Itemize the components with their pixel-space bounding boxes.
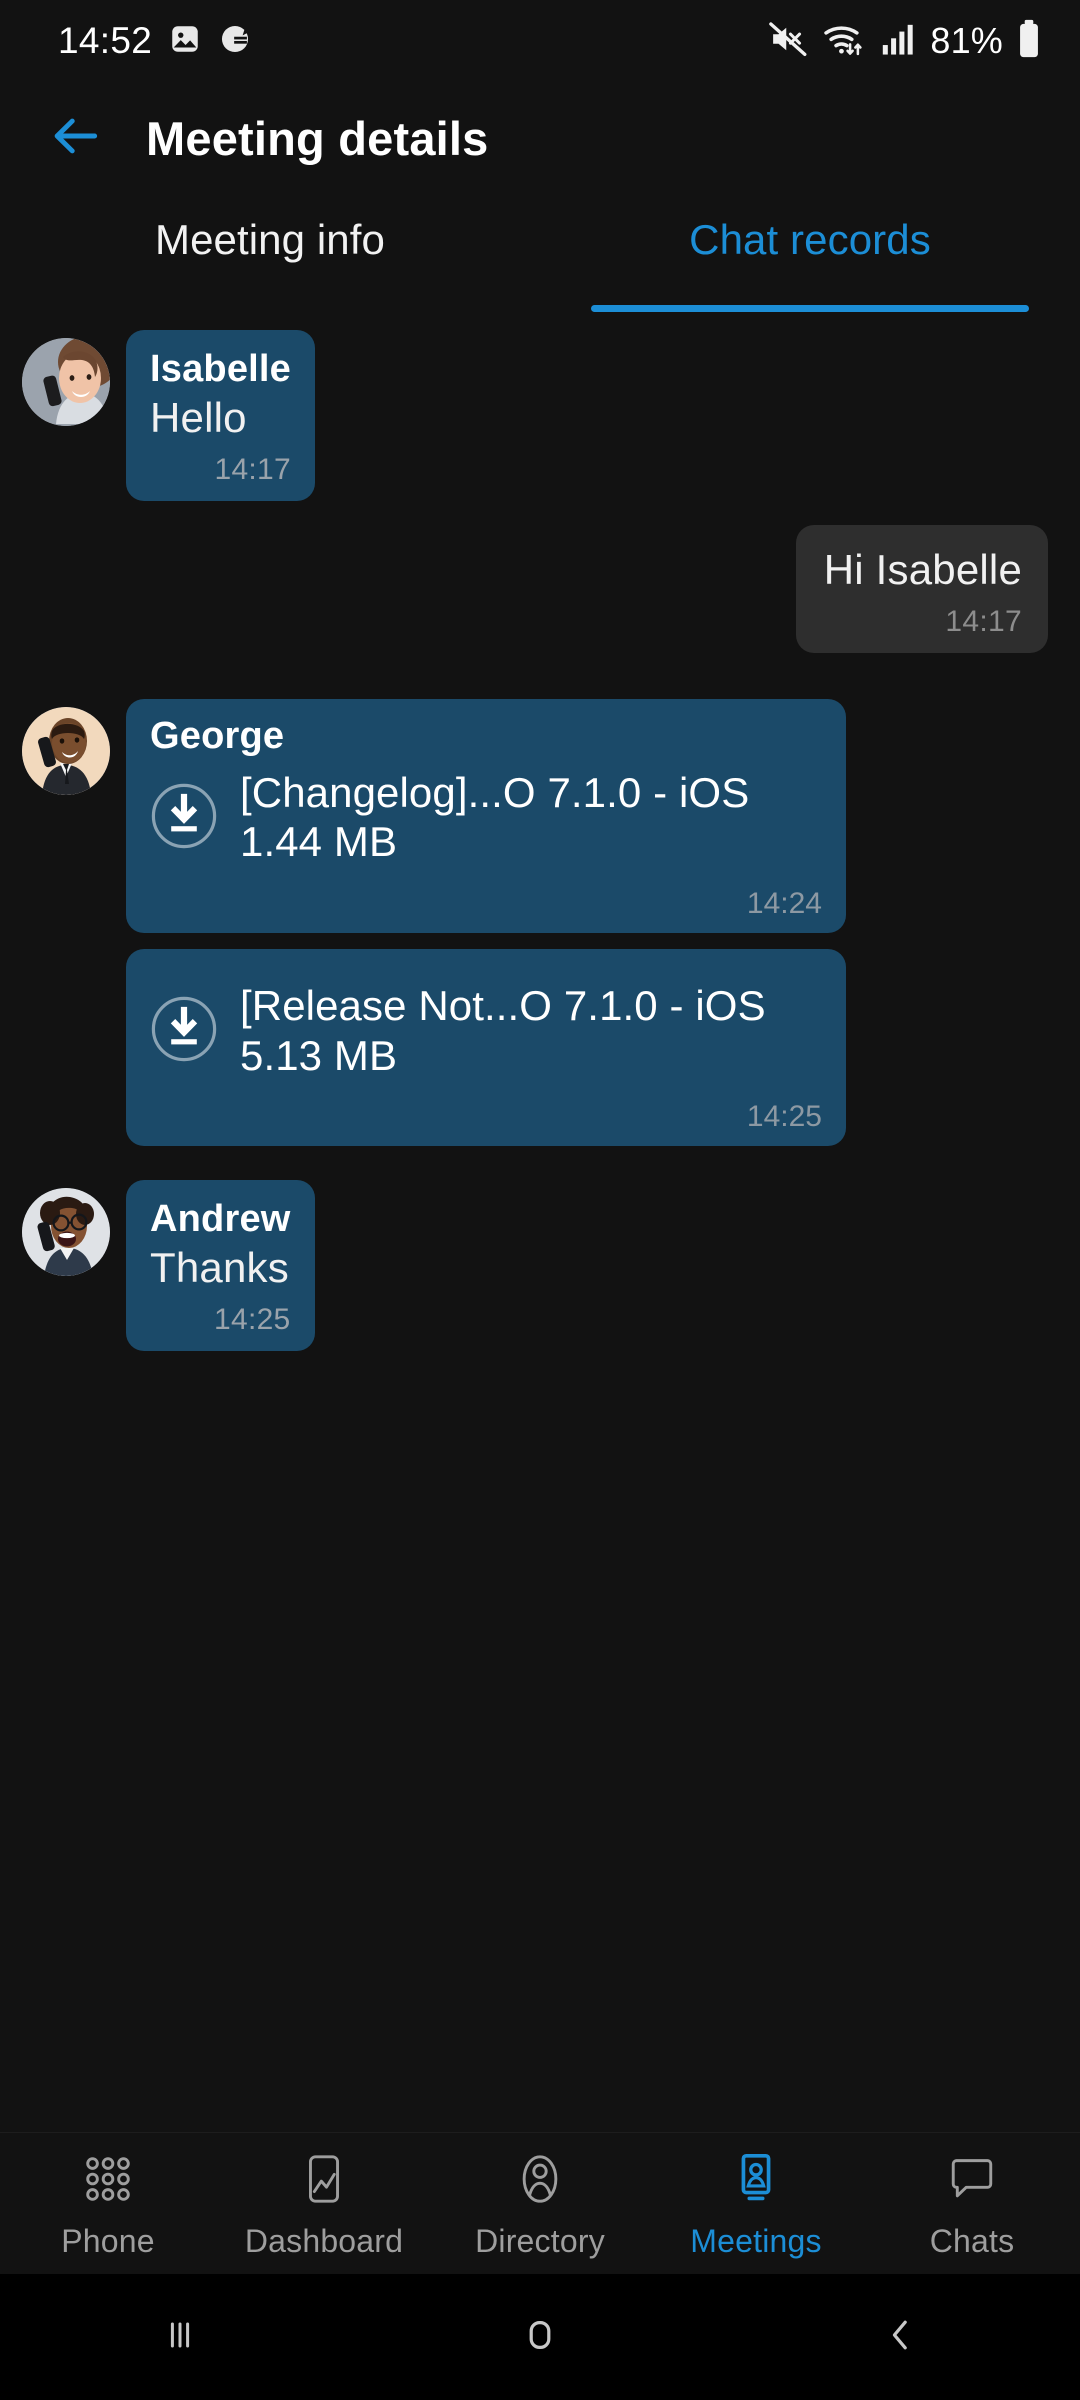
file-details: [Release Not...O 7.1.0 - iOS 5.13 MB — [240, 981, 766, 1080]
file-details: [Changelog]...O 7.1.0 - iOS 1.44 MB — [240, 768, 749, 867]
recents-button[interactable] — [0, 2311, 360, 2364]
tab-chat-records-label: Chat records — [689, 216, 931, 263]
message-timestamp: 14:25 — [746, 1100, 822, 1134]
download-icon[interactable] — [150, 995, 218, 1063]
tab-meeting-info-label: Meeting info — [154, 216, 385, 263]
avatar[interactable] — [22, 707, 110, 796]
message-sender: George — [150, 715, 285, 758]
nav-item-phone[interactable]: Phone — [0, 2148, 216, 2260]
message-row: George [Changelog]...O 7.1.0 - iOS 1.44 … — [0, 699, 1080, 933]
message-row: Hi Isabelle 14:17 — [0, 524, 1080, 654]
back-button[interactable] — [48, 110, 104, 166]
file-size: 1.44 MB — [240, 818, 398, 866]
file-attachment[interactable]: [Release Not...O 7.1.0 - iOS 5.13 MB — [150, 981, 822, 1080]
dashboard-icon — [295, 2148, 353, 2210]
message-timestamp: 14:17 — [214, 452, 292, 486]
message-sender: Isabelle — [150, 348, 292, 390]
file-size: 5.13 MB — [240, 1031, 398, 1079]
recents-icon — [156, 2311, 204, 2364]
nav-item-directory-label: Directory — [475, 2222, 605, 2259]
avatar[interactable] — [22, 338, 110, 426]
message-timestamp: 14:17 — [945, 605, 1022, 639]
chat-bubble-icon — [943, 2148, 1001, 2210]
nav-item-directory[interactable]: Directory — [432, 2148, 648, 2260]
tab-chat-records[interactable]: Chat records — [540, 194, 1080, 312]
status-bar-clock: 14:52 — [58, 20, 153, 61]
nav-item-meetings-label: Meetings — [690, 2222, 822, 2259]
page-title: Meeting details — [146, 111, 489, 165]
tab-meeting-info[interactable]: Meeting info — [0, 194, 540, 312]
mute-icon — [767, 18, 809, 65]
message-bubble-file[interactable]: George [Changelog]...O 7.1.0 - iOS 1.44 … — [126, 699, 846, 933]
file-name: [Release Not...O 7.1.0 - iOS — [240, 981, 766, 1029]
message-sender: Andrew — [150, 1198, 291, 1241]
bottom-navigation: Phone Dashboard Directory Meetings Chats — [0, 2132, 1080, 2274]
arrow-left-icon — [48, 108, 104, 169]
message-bubble[interactable]: Andrew Thanks 14:25 — [126, 1180, 315, 1351]
man-on-phone-avatar — [22, 707, 110, 796]
message-row: [Release Not...O 7.1.0 - iOS 5.13 MB 14:… — [0, 948, 1080, 1147]
man-glasses-on-phone-avatar — [22, 1188, 110, 1277]
message-bubble[interactable]: Hi Isabelle 14:17 — [795, 524, 1048, 654]
nav-item-dashboard-label: Dashboard — [244, 2222, 404, 2259]
message-text: Hi Isabelle — [823, 545, 1022, 593]
status-bar-right: 81% — [767, 18, 1042, 65]
message-timestamp: 14:25 — [213, 1303, 291, 1336]
message-row: Isabelle Hello 14:17 — [0, 330, 1080, 501]
app-header: Meeting details — [0, 82, 1080, 194]
nav-item-meetings[interactable]: Meetings — [648, 2148, 864, 2260]
message-row: Andrew Thanks 14:25 — [0, 1180, 1080, 1351]
message-text: Thanks — [150, 1243, 289, 1291]
contact-icon — [511, 2148, 569, 2210]
message-bubble-file[interactable]: [Release Not...O 7.1.0 - iOS 5.13 MB 14:… — [126, 948, 846, 1147]
nav-item-dashboard[interactable]: Dashboard — [216, 2148, 432, 2260]
image-icon — [168, 22, 202, 61]
file-name: [Changelog]...O 7.1.0 - iOS — [240, 768, 750, 816]
dialpad-icon — [79, 2148, 137, 2210]
wifi-icon — [822, 18, 866, 65]
status-bar: 14:52 81% — [0, 0, 1080, 82]
nav-item-chats-label: Chats — [929, 2222, 1015, 2259]
battery-icon — [1016, 19, 1042, 64]
avatar-spacer — [22, 957, 110, 1045]
battery-percentage: 81% — [930, 20, 1003, 61]
home-button[interactable] — [360, 2311, 720, 2364]
back-button-system[interactable] — [720, 2311, 1080, 2364]
active-tab-indicator — [591, 305, 1029, 312]
back-icon — [876, 2311, 924, 2364]
download-icon[interactable] — [150, 782, 218, 850]
avatar[interactable] — [22, 1188, 110, 1277]
message-text: Hello — [150, 393, 247, 441]
message-bubble[interactable]: Isabelle Hello 14:17 — [126, 330, 316, 501]
tab-bar: Meeting info Chat records — [0, 194, 1080, 312]
message-timestamp: 14:24 — [746, 886, 822, 920]
status-bar-left: 14:52 — [58, 20, 252, 62]
chat-message-list[interactable]: Isabelle Hello 14:17 Hi Isabelle 14:17 G… — [0, 312, 1080, 2132]
app-badge-icon — [218, 22, 252, 61]
nav-item-chats[interactable]: Chats — [864, 2148, 1080, 2260]
meetings-icon — [727, 2148, 785, 2210]
file-attachment[interactable]: [Changelog]...O 7.1.0 - iOS 1.44 MB — [150, 768, 822, 867]
signal-bars-icon — [879, 20, 917, 63]
home-icon — [516, 2311, 564, 2364]
android-system-nav — [0, 2274, 1080, 2400]
woman-on-phone-avatar — [22, 338, 110, 426]
nav-item-phone-label: Phone — [61, 2222, 155, 2259]
phone-screen: 14:52 81% Meeting details Meeting info C… — [0, 0, 1080, 2400]
